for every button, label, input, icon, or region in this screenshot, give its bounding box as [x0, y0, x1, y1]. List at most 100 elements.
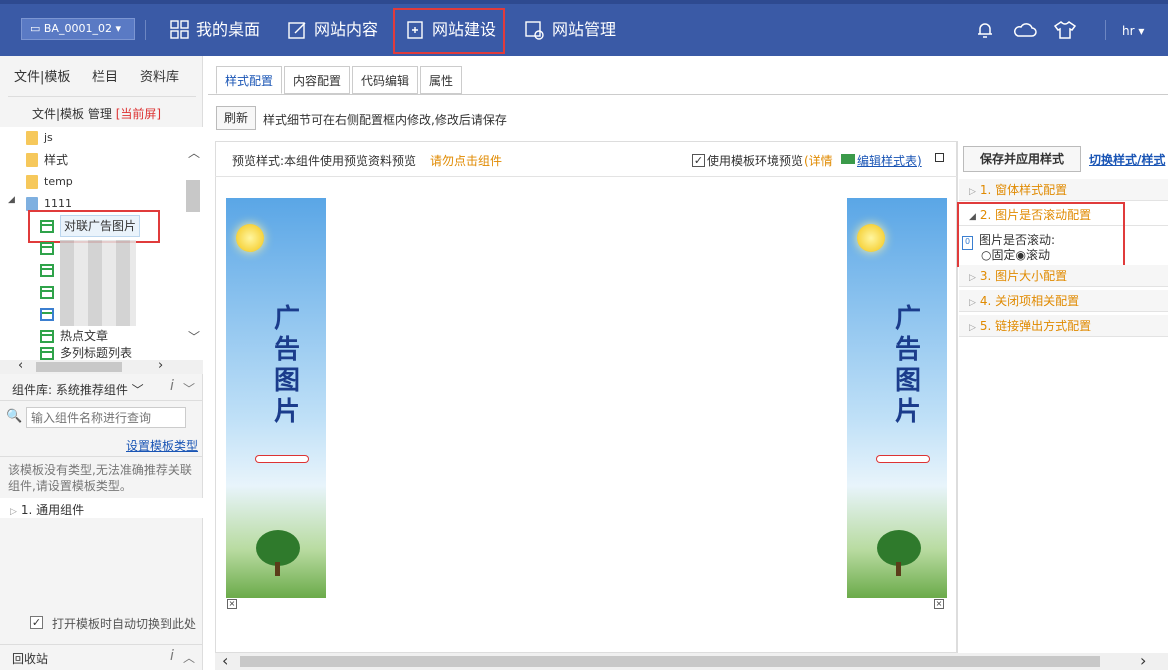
tab-library[interactable]: 资料库 — [140, 66, 179, 85]
tree-scrollbar-thumb[interactable] — [186, 180, 200, 212]
auto-switch-label: 打开模板时自动切换到此处 — [52, 617, 197, 631]
tree-image — [256, 530, 300, 566]
auto-switch-checkbox[interactable]: ✓ — [30, 616, 43, 629]
tree-item-temp[interactable]: temp — [26, 172, 73, 192]
divider — [1105, 20, 1106, 40]
close-icon[interactable]: × — [227, 599, 237, 609]
info-icon[interactable]: i — [170, 378, 174, 394]
plane-image — [877, 456, 929, 462]
divider — [0, 456, 203, 457]
tab-code-edit[interactable]: 代码编辑 — [352, 66, 419, 94]
section-link-popup[interactable]: ▷ 5. 链接弹出方式配置 — [959, 315, 1168, 337]
scroll-right-icon[interactable]: › — [158, 358, 163, 373]
tab-files[interactable]: 文件|模板 — [14, 66, 70, 85]
tab-columns[interactable]: 栏目 — [92, 66, 118, 85]
scroll-left-icon[interactable]: ‹ — [18, 358, 23, 373]
tree-item[interactable] — [40, 238, 54, 258]
set-template-type-link[interactable]: 设置模板类型 — [126, 437, 198, 454]
divider — [0, 400, 203, 401]
tab-content-config[interactable]: 内容配置 — [284, 66, 351, 94]
section-image-size[interactable]: ▷ 3. 图片大小配置 — [959, 265, 1168, 287]
add-page-icon — [407, 21, 423, 39]
hscroll-thumb[interactable] — [240, 656, 1100, 667]
chevron-up-icon[interactable]: ︿ — [183, 649, 195, 666]
switch-style-link[interactable]: 切换样式/样式 — [1089, 151, 1168, 168]
section-close[interactable]: ▷ 4. 关闭项相关配置 — [959, 290, 1168, 312]
template-notice: 该模板没有类型,无法准确推荐关联组件,请设置模板类型。 — [8, 463, 192, 493]
component-icon — [40, 329, 54, 343]
tree-item[interactable] — [40, 260, 54, 280]
tab-properties[interactable]: 属性 — [420, 66, 463, 94]
tree-image — [877, 530, 921, 566]
nav-label: 网站内容 — [314, 20, 379, 39]
component-lib-select[interactable]: 组件库: 系统推荐组件 ﹀ — [12, 381, 144, 398]
scroll-up-icon[interactable]: ︿ — [188, 144, 200, 161]
divider — [208, 94, 1168, 95]
detail-link[interactable]: (详情 — [804, 152, 833, 169]
component-search-input[interactable] — [26, 407, 186, 428]
tree-label: 多列标题列表 — [60, 346, 133, 360]
user-name: hr — [1122, 24, 1135, 38]
tree-item-hot-articles[interactable]: 热点文章 — [40, 326, 108, 346]
chevron-down-icon[interactable]: ﹀ — [183, 380, 195, 397]
expand-arrow-icon: ▷ — [10, 507, 17, 517]
manage-label: 文件|模板 管理 — [32, 107, 112, 121]
nav-label: 网站建设 — [432, 20, 497, 39]
divider — [145, 20, 146, 40]
section-window-style[interactable]: ▷ 1. 窗体样式配置 — [959, 179, 1168, 201]
preview-panel — [215, 141, 957, 653]
save-apply-button[interactable]: 保存并应用样式 — [963, 146, 1081, 172]
nav-site-manage[interactable]: 网站管理 — [524, 14, 616, 46]
tree-item[interactable] — [40, 304, 54, 324]
tree-item-js[interactable]: js — [26, 128, 53, 148]
style-hint: 样式细节可在右侧配置框内修改,修改后请保存 — [263, 113, 507, 127]
nav-site-build[interactable]: 网站建设 — [406, 14, 496, 46]
tree-item[interactable] — [40, 282, 54, 302]
monitor-icon: ▭ — [30, 22, 44, 35]
edit-stylesheet-link[interactable]: 编辑样式表) — [857, 152, 922, 169]
collapse-arrow-icon[interactable]: ◢ — [8, 195, 15, 205]
scroll-down-icon[interactable]: ﹀ — [188, 328, 200, 345]
sun-image — [857, 224, 885, 252]
tree-item-couplet-ad[interactable]: 对联广告图片 — [40, 215, 141, 237]
recycle-bin[interactable]: 回收站 — [12, 650, 48, 667]
refresh-button[interactable]: 刷新 — [216, 106, 256, 130]
component-icon — [40, 307, 54, 321]
hscroll-thumb[interactable] — [36, 362, 122, 372]
scroll-right-icon[interactable]: › — [1140, 651, 1146, 670]
shirt-icon[interactable] — [1053, 20, 1077, 43]
highlight-box — [957, 202, 1125, 267]
cloud-icon[interactable] — [1012, 20, 1038, 43]
group-label: 1. 通用组件 — [20, 503, 85, 517]
info-icon[interactable]: i — [170, 648, 174, 664]
nav-site-content[interactable]: 网站内容 — [288, 14, 378, 46]
expand-arrow-icon: ▷ — [969, 298, 976, 308]
user-menu[interactable]: hr ▾ — [1122, 24, 1144, 38]
folder-icon — [26, 131, 38, 145]
use-env-checkbox[interactable]: ✓ — [692, 154, 705, 167]
section-label: 5. 链接弹出方式配置 — [979, 319, 1092, 333]
component-icon — [40, 285, 54, 299]
current-screen-link[interactable]: [当前屏] — [116, 107, 161, 121]
component-icon — [40, 263, 54, 277]
group-general[interactable]: ▷ 1. 通用组件 — [10, 501, 84, 518]
close-icon[interactable]: × — [934, 599, 944, 609]
scroll-left-icon[interactable]: ‹ — [222, 651, 228, 670]
bell-icon[interactable] — [975, 20, 995, 43]
tree-item-style[interactable]: 样式 — [26, 150, 68, 170]
tab-style-config[interactable]: 样式配置 — [216, 66, 283, 94]
tree-trunk — [275, 562, 280, 576]
grid-icon — [170, 20, 189, 39]
use-env-label: 使用模板环境预览 — [707, 154, 804, 168]
nav-my-desktop[interactable]: 我的桌面 — [170, 14, 260, 46]
manage-row: 文件|模板 管理 [当前屏] — [32, 105, 161, 122]
divider — [8, 96, 196, 97]
site-selector[interactable]: ▭ BA_0001_02 ▾ — [21, 18, 135, 40]
tree-item-multi-title[interactable]: 多列标题列表 — [40, 346, 132, 360]
tree-label: 样式 — [44, 153, 69, 167]
lib-label: 组件库: 系统推荐组件 — [12, 383, 128, 397]
tree-label: 对联广告图片 — [60, 215, 141, 237]
nav-label: 网站管理 — [552, 20, 617, 39]
maximize-icon[interactable] — [935, 153, 944, 162]
couplet-ad-right: 广告图片 — [847, 198, 947, 598]
